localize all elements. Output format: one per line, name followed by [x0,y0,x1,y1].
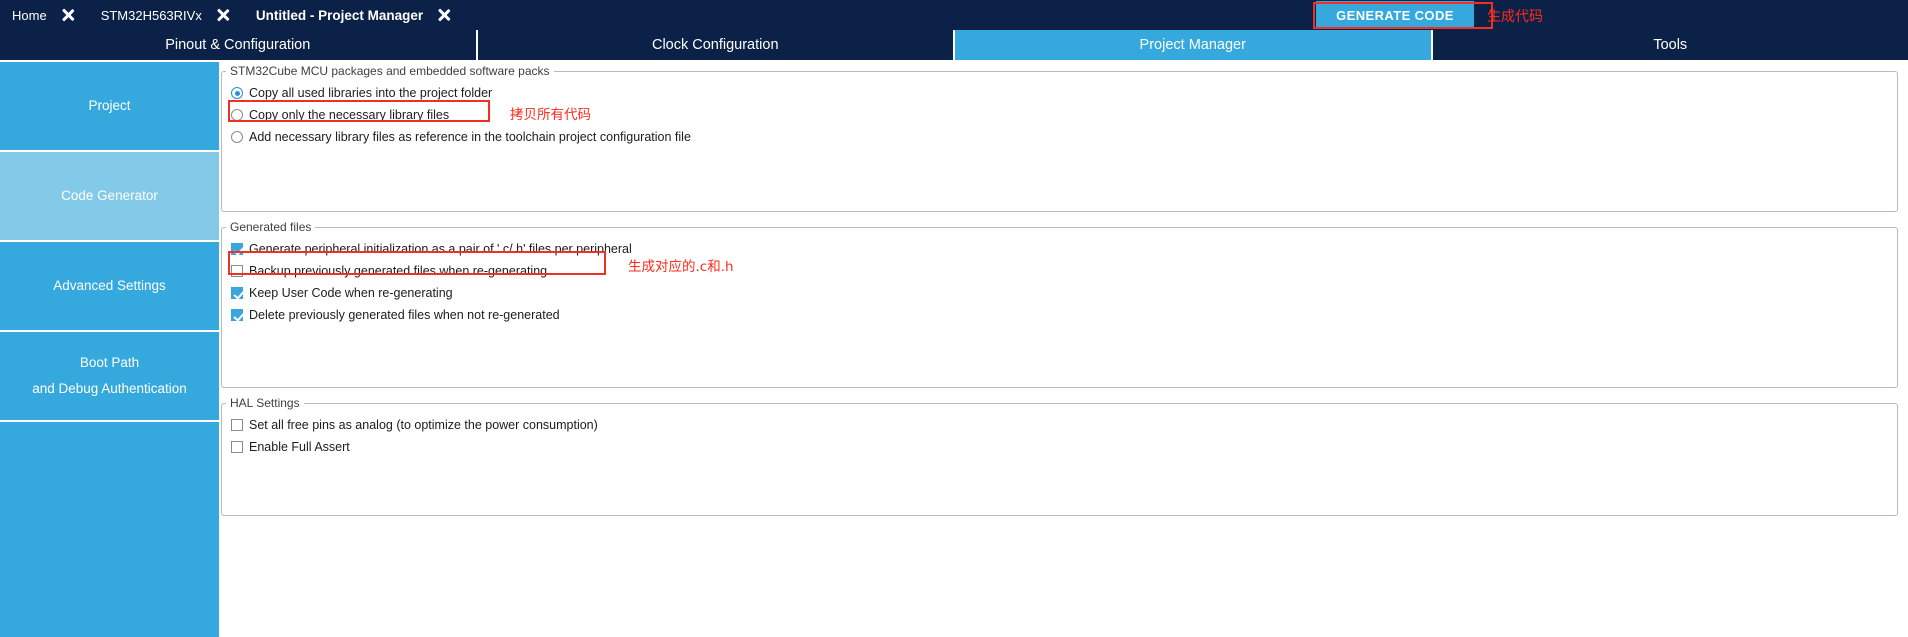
group-legend-hal-settings: HAL Settings [230,396,300,410]
breadcrumb-item-mcu[interactable]: STM32H563RIVx [87,0,216,30]
radio-label-copy-only-necessary: Copy only the necessary library files [249,108,450,122]
checkbox-label-backup-previously-generated: Backup previously generated files when r… [249,264,548,278]
sidebar-item-code-generator[interactable]: Code Generator [0,152,219,242]
checkbox-row-delete-previously-generated[interactable]: Delete previously generated files when n… [222,304,1897,326]
tab-project-manager[interactable]: Project Manager [955,30,1433,60]
tab-label: Tools [1653,37,1688,53]
sidebar-item-label-line1: Boot Path [79,355,140,371]
chevron-right-icon [216,0,242,30]
checkbox-icon-unchecked[interactable] [231,441,243,453]
radio-icon-selected[interactable] [231,87,243,99]
sidebar-filler [0,422,219,637]
checkbox-row-backup-previously-generated[interactable]: Backup previously generated files when r… [222,260,1897,282]
checkbox-label-delete-previously-generated: Delete previously generated files when n… [249,308,560,322]
group-legend-mcu-packages: STM32Cube MCU packages and embedded soft… [230,64,550,78]
radio-icon-unselected[interactable] [231,131,243,143]
radio-row-copy-only-necessary[interactable]: Copy only the necessary library files [222,104,1897,126]
checkbox-row-set-free-pins-analog[interactable]: Set all free pins as analog (to optimize… [222,414,1897,436]
generate-code-wrapper: GENERATE CODE [1316,1,1474,29]
checkbox-row-enable-full-assert[interactable]: Enable Full Assert [222,436,1897,458]
tab-label: Pinout & Configuration [165,37,311,53]
checkbox-icon-checked[interactable] [231,243,243,255]
group-hal-settings: HAL Settings Set all free pins as analog… [221,396,1898,516]
tab-tools[interactable]: Tools [1432,30,1908,60]
sidebar-item-label-line2: and Debug Authentication [32,381,187,396]
tab-clock-configuration[interactable]: Clock Configuration [477,30,955,60]
sidebar-item-label: Project [88,98,131,114]
sidebar: Project Code Generator Advanced Settings… [0,60,219,637]
main-tab-strip: Pinout & Configuration Clock Configurati… [0,30,1908,60]
checkbox-label-keep-user-code: Keep User Code when re-generating [249,286,453,300]
sidebar-item-label: Code Generator [61,188,158,204]
group-generated-files: Generated files Generate peripheral init… [221,220,1898,388]
annotation-text-generate-code: 生成代码 [1487,9,1543,25]
checkbox-icon-checked[interactable] [231,287,243,299]
breadcrumb-item-home[interactable]: Home [0,0,61,30]
checkbox-icon-checked[interactable] [231,309,243,321]
radio-label-add-as-reference: Add necessary library files as reference… [249,130,691,144]
breadcrumb-label-mcu: STM32H563RIVx [100,7,202,23]
breadcrumb-label-project: Untitled - Project Manager [255,7,424,23]
tab-pinout-configuration[interactable]: Pinout & Configuration [0,30,478,60]
tab-label: Project Manager [1139,37,1246,53]
content-area: STM32Cube MCU packages and embedded soft… [219,60,1908,637]
page-body: Project Code Generator Advanced Settings… [0,60,1908,637]
sidebar-item-project[interactable]: Project [0,62,219,152]
group-mcu-packages: STM32Cube MCU packages and embedded soft… [221,64,1898,212]
sidebar-item-label: Advanced Settings [53,278,166,294]
radio-row-copy-all-libraries[interactable]: Copy all used libraries into the project… [222,82,1897,104]
checkbox-row-keep-user-code[interactable]: Keep User Code when re-generating [222,282,1897,304]
breadcrumb-item-project[interactable]: Untitled - Project Manager [242,0,437,30]
breadcrumb-bar: Home STM32H563RIVx Untitled - Project Ma… [0,0,1908,30]
group-legend-generated-files: Generated files [230,220,312,234]
checkbox-label-set-free-pins-analog: Set all free pins as analog (to optimize… [249,418,598,432]
sidebar-item-advanced-settings[interactable]: Advanced Settings [0,242,219,332]
checkbox-label-enable-full-assert: Enable Full Assert [249,440,350,454]
radio-icon-unselected[interactable] [231,109,243,121]
radio-label-copy-all-libraries: Copy all used libraries into the project… [249,86,493,100]
tab-label: Clock Configuration [651,37,779,53]
checkbox-row-generate-peripheral-init[interactable]: Generate peripheral initialization as a … [222,238,1897,260]
breadcrumb-label-home: Home [12,7,47,23]
checkbox-icon-unchecked[interactable] [231,419,243,431]
checkbox-label-generate-peripheral-init: Generate peripheral initialization as a … [249,242,632,256]
generate-code-button[interactable]: GENERATE CODE [1316,1,1474,29]
chevron-right-icon [437,0,463,30]
checkbox-icon-unchecked[interactable] [231,265,243,277]
radio-row-add-as-reference[interactable]: Add necessary library files as reference… [222,126,1897,148]
sidebar-item-boot-path-debug-authentication[interactable]: Boot Path and Debug Authentication [0,332,219,422]
chevron-right-icon [61,0,87,30]
